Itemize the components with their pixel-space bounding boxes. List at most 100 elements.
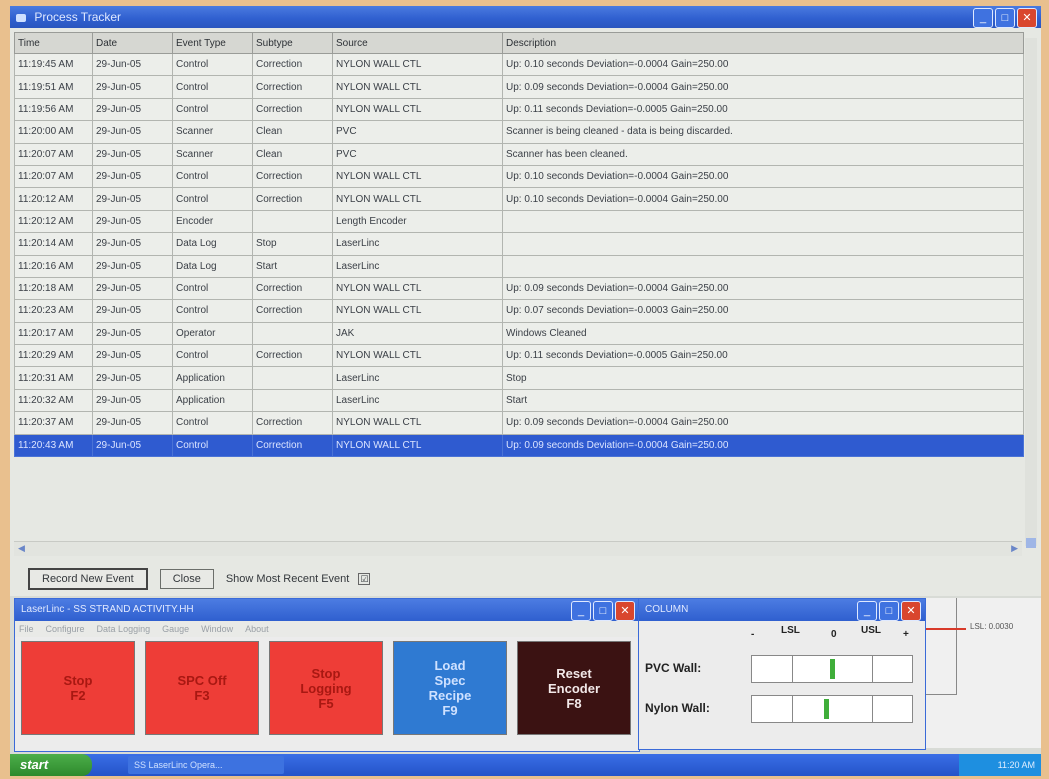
- table-row[interactable]: 11:20:12 AM 29-Jun-05 Control Correction NYL…: [14, 187, 1024, 211]
- table-cell: NYLON WALL CTL: [332, 276, 503, 301]
- table-cell: 29-Jun-05: [92, 299, 173, 323]
- table-cell: Correction: [252, 164, 333, 189]
- gauge-limit-line: [872, 656, 873, 682]
- horizontal-scrollbar[interactable]: ◀ ▶: [14, 541, 1022, 556]
- function-key-button[interactable]: Stop F2: [21, 641, 135, 735]
- table-cell: Up: 0.09 seconds Deviation=-0.0004 Gain=…: [502, 75, 1024, 99]
- laserlinc-titlebar[interactable]: LaserLinc - SS STRAND ACTIVITY.HH _ □ ✕: [15, 599, 639, 621]
- table-row[interactable]: 11:20:12 AM 29-Jun-05 Encoder Length Encode…: [14, 209, 1024, 234]
- table-cell: Correction: [252, 411, 333, 435]
- table-row[interactable]: 11:20:07 AM 29-Jun-05 Control Correction NYL…: [14, 164, 1024, 189]
- column-header[interactable]: Time: [14, 32, 93, 54]
- laserlinc-minimize-button[interactable]: _: [571, 601, 591, 621]
- laserlinc-window: LaserLinc - SS STRAND ACTIVITY.HH _ □ ✕ …: [14, 598, 640, 752]
- table-row[interactable]: 11:20:14 AM 29-Jun-05 Data Log Stop LaserLin…: [14, 232, 1024, 256]
- table-cell: Application: [172, 366, 253, 390]
- table-cell: 29-Jun-05: [92, 344, 173, 368]
- column-header[interactable]: Date: [92, 32, 173, 54]
- table-row[interactable]: 11:20:16 AM 29-Jun-05 Data Log Start LaserLi…: [14, 254, 1024, 278]
- table-row[interactable]: 11:20:07 AM 29-Jun-05 Scanner Clean PVC Scann…: [14, 142, 1024, 166]
- function-key-button[interactable]: SPC Off F3: [145, 641, 259, 735]
- function-key-button[interactable]: Load Spec Recipe F9: [393, 641, 507, 735]
- table-cell: 11:20:14 AM: [14, 232, 93, 256]
- wall-gauge: [751, 655, 913, 683]
- column-header[interactable]: Source: [332, 32, 503, 54]
- show-recent-checkbox[interactable]: Show Most Recent Event ☑: [226, 573, 371, 586]
- laserlinc-maximize-button[interactable]: □: [593, 601, 613, 621]
- gauge-label: Nylon Wall:: [645, 701, 710, 715]
- table-row[interactable]: 11:20:23 AM 29-Jun-05 Control Correction NYL…: [14, 299, 1024, 323]
- menu-item[interactable]: Data Logging: [97, 624, 151, 634]
- column-header[interactable]: Subtype: [252, 32, 333, 54]
- table-row[interactable]: 11:20:17 AM 29-Jun-05 Operator JAK Windows C…: [14, 321, 1024, 346]
- event-table: Time Date Event Type Subtype Source Descripti…: [14, 32, 1024, 458]
- menu-item[interactable]: File: [19, 624, 34, 634]
- table-row[interactable]: 11:20:00 AM 29-Jun-05 Scanner Clean PVC Scann…: [14, 120, 1024, 144]
- table-cell: Control: [172, 344, 253, 368]
- column-maximize-button[interactable]: □: [879, 601, 899, 621]
- table-row[interactable]: 11:19:45 AM 29-Jun-05 Control Correction NYL…: [14, 52, 1024, 77]
- close-button[interactable]: Close: [159, 569, 214, 589]
- function-key-button[interactable]: Stop Logging F5: [269, 641, 383, 735]
- wall-gauge: [751, 695, 913, 723]
- column-titlebar[interactable]: COLUMN _ □ ✕: [639, 599, 925, 621]
- column-header[interactable]: Event Type: [172, 32, 253, 54]
- menu-item[interactable]: Window: [201, 624, 233, 634]
- minimize-button[interactable]: _: [973, 8, 993, 28]
- table-cell: [252, 366, 333, 390]
- menu-item[interactable]: Configure: [46, 624, 85, 634]
- table-cell: 11:20:18 AM: [14, 276, 93, 301]
- column-close-button[interactable]: ✕: [901, 601, 921, 621]
- taskbar: start SS LaserLinc Opera... 11:20 AM: [10, 754, 1041, 776]
- laserlinc-menubar: File Configure Data Logging Gauge Window Abou…: [15, 621, 639, 637]
- column-minimize-button[interactable]: _: [857, 601, 877, 621]
- table-row[interactable]: 11:20:31 AM 29-Jun-05 Application LaserLinc…: [14, 366, 1024, 390]
- table-row[interactable]: 11:19:51 AM 29-Jun-05 Control Correction NYL…: [14, 75, 1024, 99]
- table-cell: 11:19:45 AM: [14, 52, 93, 77]
- window-titlebar[interactable]: Process Tracker _ □ ✕: [10, 6, 1041, 28]
- table-cell: Up: 0.11 seconds Deviation=-0.0005 Gain=…: [502, 344, 1024, 368]
- table-row[interactable]: 11:19:56 AM 29-Jun-05 Control Correction NYL…: [14, 97, 1024, 122]
- scroll-left-icon[interactable]: ◀: [18, 543, 25, 554]
- close-window-button[interactable]: ✕: [1017, 8, 1037, 28]
- scale-minus: -: [751, 629, 755, 640]
- menu-item[interactable]: About: [245, 624, 269, 634]
- scroll-thumb[interactable]: [1026, 538, 1036, 548]
- table-cell: Data Log: [172, 254, 253, 278]
- table-cell: [502, 232, 1024, 256]
- table-row[interactable]: 11:20:43 AM 29-Jun-05 Control Correction NYL…: [14, 433, 1024, 458]
- table-cell: Clean: [252, 120, 333, 144]
- table-cell: Up: 0.09 seconds Deviation=-0.0004 Gain=…: [502, 433, 1024, 458]
- taskbar-task-button[interactable]: SS LaserLinc Opera...: [128, 756, 284, 774]
- table-row[interactable]: 11:20:18 AM 29-Jun-05 Control Correction NYL…: [14, 276, 1024, 301]
- scale-plus: +: [903, 629, 909, 640]
- table-cell: 29-Jun-05: [92, 388, 173, 413]
- vertical-scrollbar[interactable]: [1025, 38, 1037, 548]
- table-row[interactable]: 11:20:32 AM 29-Jun-05 Application LaserLinc…: [14, 388, 1024, 413]
- table-cell: Application: [172, 388, 253, 413]
- table-cell: [502, 209, 1024, 234]
- start-button[interactable]: start: [10, 754, 92, 776]
- table-cell: Correction: [252, 187, 333, 211]
- table-cell: LaserLinc: [332, 366, 503, 390]
- table-cell: PVC: [332, 142, 503, 166]
- window-title: Process Tracker: [34, 10, 122, 24]
- function-key-button[interactable]: Reset Encoder F8: [517, 641, 631, 735]
- checkbox-checked-icon[interactable]: ☑: [358, 573, 371, 586]
- laserlinc-close-button[interactable]: ✕: [615, 601, 635, 621]
- scale-zero: 0: [831, 629, 837, 640]
- table-cell: 11:20:37 AM: [14, 411, 93, 435]
- table-cell: 29-Jun-05: [92, 276, 173, 301]
- menu-item[interactable]: Gauge: [162, 624, 189, 634]
- table-cell: Up: 0.10 seconds Deviation=-0.0004 Gain=…: [502, 52, 1024, 77]
- scroll-right-icon[interactable]: ▶: [1011, 543, 1018, 554]
- column-header[interactable]: Description: [502, 32, 1024, 54]
- table-cell: Control: [172, 299, 253, 323]
- maximize-button[interactable]: □: [995, 8, 1015, 28]
- table-cell: NYLON WALL CTL: [332, 344, 503, 368]
- table-row[interactable]: 11:20:37 AM 29-Jun-05 Control Correction NYL…: [14, 411, 1024, 435]
- system-tray-clock: 11:20 AM: [959, 754, 1041, 776]
- table-cell: Control: [172, 276, 253, 301]
- record-new-event-button[interactable]: Record New Event: [28, 568, 148, 590]
- table-row[interactable]: 11:20:29 AM 29-Jun-05 Control Correction NYL…: [14, 344, 1024, 368]
